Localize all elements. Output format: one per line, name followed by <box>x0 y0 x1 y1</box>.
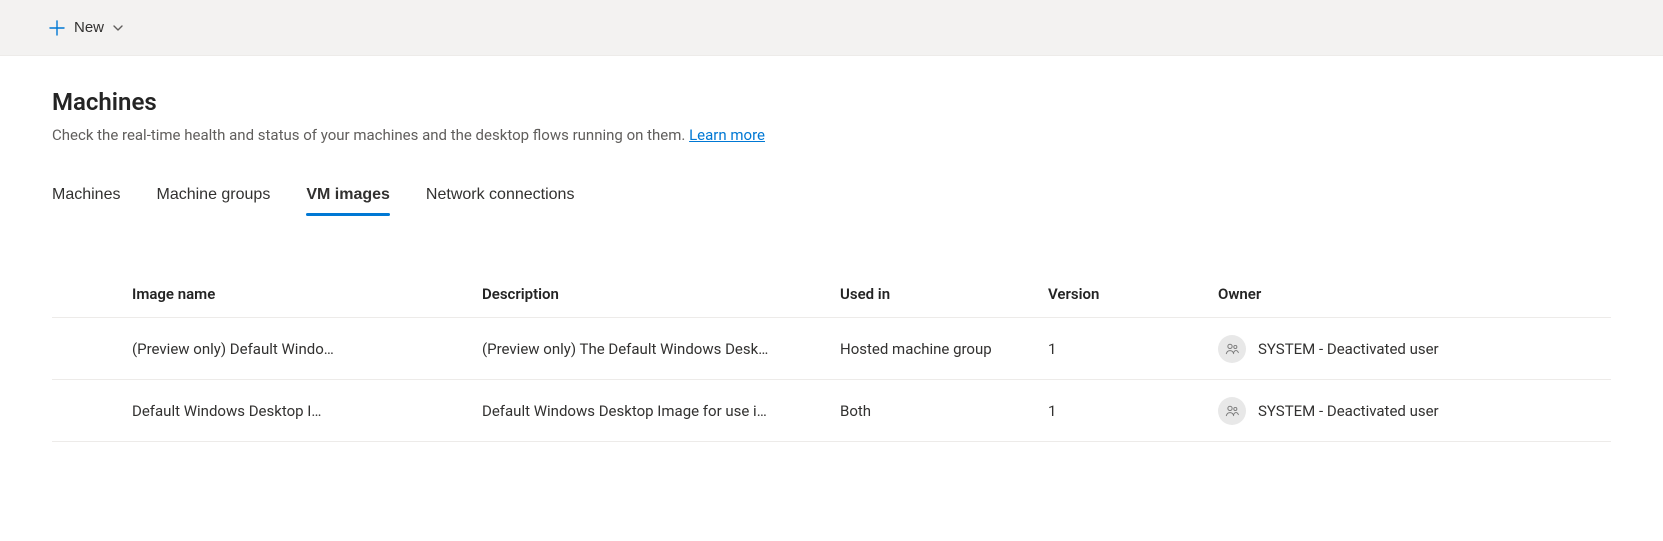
cell-description: (Preview only) The Default Windows Desk… <box>482 340 840 358</box>
table-header: Image name Description Used in Version O… <box>52 275 1611 318</box>
header-owner[interactable]: Owner <box>1218 285 1611 303</box>
plus-icon <box>48 19 66 37</box>
header-version[interactable]: Version <box>1048 285 1218 303</box>
new-button[interactable]: New <box>40 13 132 43</box>
header-description[interactable]: Description <box>482 285 840 303</box>
tabs: Machines Machine groups VM images Networ… <box>52 178 1611 215</box>
page-title: Machines <box>52 88 1611 116</box>
new-button-label: New <box>74 19 104 36</box>
cell-image-name: Default Windows Desktop I… <box>132 402 482 420</box>
cell-version: 1 <box>1048 340 1218 358</box>
cell-owner-text: SYSTEM - Deactivated user <box>1258 340 1439 358</box>
cell-owner-text: SYSTEM - Deactivated user <box>1258 402 1439 420</box>
cell-owner: SYSTEM - Deactivated user <box>1218 335 1611 363</box>
header-spacer <box>52 285 132 303</box>
tab-machine-groups[interactable]: Machine groups <box>156 178 270 214</box>
learn-more-link[interactable]: Learn more <box>689 126 765 144</box>
tab-network-connections[interactable]: Network connections <box>426 178 575 214</box>
table-row[interactable]: Default Windows Desktop I… Default Windo… <box>52 380 1611 442</box>
cell-used-in: Both <box>840 402 1048 420</box>
cell-used-in: Hosted machine group <box>840 340 1048 358</box>
page-description: Check the real-time health and status of… <box>52 126 1611 144</box>
tab-machines[interactable]: Machines <box>52 178 120 214</box>
page-content: Machines Check the real-time health and … <box>0 56 1663 442</box>
header-used-in[interactable]: Used in <box>840 285 1048 303</box>
user-avatar-icon <box>1218 335 1246 363</box>
cell-version: 1 <box>1048 402 1218 420</box>
chevron-down-icon <box>112 22 124 34</box>
page-description-text: Check the real-time health and status of… <box>52 126 689 144</box>
cell-description: Default Windows Desktop Image for use i… <box>482 402 840 420</box>
vm-images-table: Image name Description Used in Version O… <box>52 275 1611 442</box>
user-avatar-icon <box>1218 397 1246 425</box>
command-bar: New <box>0 0 1663 56</box>
table-row[interactable]: (Preview only) Default Windo… (Preview o… <box>52 318 1611 380</box>
cell-owner: SYSTEM - Deactivated user <box>1218 397 1611 425</box>
tab-vm-images[interactable]: VM images <box>306 178 390 214</box>
header-image-name[interactable]: Image name <box>132 285 482 303</box>
cell-image-name: (Preview only) Default Windo… <box>132 340 482 358</box>
